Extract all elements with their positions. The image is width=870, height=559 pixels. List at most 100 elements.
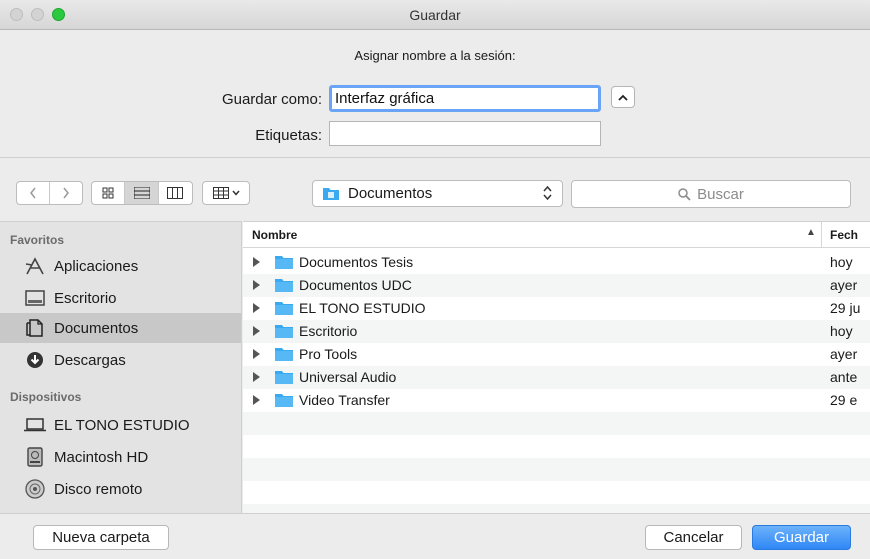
gallery-grid-icon bbox=[212, 187, 229, 199]
hard-drive-icon bbox=[24, 446, 46, 468]
chevron-down-icon bbox=[231, 190, 240, 196]
title-bar: Guardar bbox=[0, 0, 870, 30]
disclosure-triangle-icon[interactable] bbox=[253, 303, 260, 313]
folder-icon bbox=[275, 394, 293, 407]
folder-icon bbox=[275, 325, 293, 338]
disclosure-triangle-icon[interactable] bbox=[253, 395, 260, 405]
grid-icon bbox=[102, 187, 114, 199]
sidebar-item-label: EL TONO ESTUDIO bbox=[54, 416, 190, 434]
computer-icon bbox=[24, 414, 46, 436]
folder-icon bbox=[275, 371, 293, 384]
column-view-button[interactable] bbox=[159, 182, 192, 204]
folder-icon bbox=[275, 302, 293, 315]
column-header-name[interactable]: Nombre bbox=[252, 228, 297, 242]
file-date: hoy bbox=[830, 323, 853, 339]
column-separator[interactable] bbox=[821, 222, 822, 248]
file-date: ante bbox=[830, 369, 858, 385]
empty-row bbox=[243, 481, 870, 504]
forward-button[interactable] bbox=[50, 182, 83, 204]
up-down-arrows-icon bbox=[543, 185, 552, 201]
downloads-icon bbox=[24, 349, 46, 371]
file-date: ayer bbox=[830, 277, 858, 293]
table-row[interactable]: Documentos Tesis hoy bbox=[243, 251, 870, 274]
file-name: EL TONO ESTUDIO bbox=[299, 300, 426, 316]
disclosure-triangle-icon[interactable] bbox=[253, 280, 260, 290]
table-row[interactable]: Escritorio hoy bbox=[243, 320, 870, 343]
expand-dialog-button[interactable] bbox=[611, 86, 635, 108]
sidebar-item-label: Documentos bbox=[54, 319, 139, 337]
sidebar-item-label: Disco remoto bbox=[54, 480, 143, 498]
new-folder-button[interactable]: Nueva carpeta bbox=[33, 525, 169, 550]
disclosure-triangle-icon[interactable] bbox=[253, 372, 260, 382]
search-field[interactable]: Buscar bbox=[571, 180, 851, 208]
sort-ascending-icon: ▲ bbox=[806, 227, 816, 238]
file-list: Nombre ▲ Fech Documentos Tesis hoy Docum… bbox=[243, 221, 870, 513]
table-row[interactable]: Documentos UDC ayer bbox=[243, 274, 870, 297]
tags-input[interactable] bbox=[329, 121, 601, 146]
file-name: Documentos Tesis bbox=[299, 254, 414, 270]
search-icon bbox=[678, 187, 691, 201]
list-view-button[interactable] bbox=[125, 182, 159, 204]
sidebar: Favoritos Aplicaciones Escritorio Docume… bbox=[0, 221, 242, 513]
empty-row bbox=[243, 504, 870, 513]
favorites-section-title: Favoritos bbox=[10, 233, 65, 247]
save-as-label: Guardar como: bbox=[221, 91, 322, 108]
view-mode-buttons bbox=[91, 181, 193, 205]
sidebar-item-escritorio[interactable]: Escritorio bbox=[0, 283, 241, 313]
file-name: Escritorio bbox=[299, 323, 358, 339]
sidebar-item-macintosh-hd[interactable]: Macintosh HD bbox=[0, 442, 241, 472]
sidebar-item-aplicaciones[interactable]: Aplicaciones bbox=[0, 251, 241, 281]
group-by-button[interactable] bbox=[202, 181, 250, 205]
disclosure-triangle-icon[interactable] bbox=[253, 349, 260, 359]
sidebar-item-label: Aplicaciones bbox=[54, 257, 139, 275]
sidebar-item-descargas[interactable]: Descargas bbox=[0, 345, 241, 375]
cancel-button[interactable]: Cancelar bbox=[645, 525, 742, 550]
section-divider bbox=[0, 157, 870, 158]
file-date: 29 ju bbox=[830, 300, 861, 316]
file-date: 29 e bbox=[830, 392, 858, 408]
list-icon bbox=[133, 187, 150, 199]
sidebar-item-el-tono-estudio[interactable]: EL TONO ESTUDIO bbox=[0, 410, 241, 440]
folder-icon bbox=[275, 348, 293, 361]
empty-row bbox=[243, 458, 870, 481]
save-prompt: Asignar nombre a la sesión: bbox=[354, 48, 516, 63]
chevron-up-icon bbox=[618, 94, 628, 101]
empty-row bbox=[243, 435, 870, 458]
disclosure-triangle-icon[interactable] bbox=[253, 326, 260, 336]
icon-view-button[interactable] bbox=[92, 182, 126, 204]
location-popup[interactable]: Documentos bbox=[312, 180, 563, 207]
sidebar-item-disco-remoto[interactable]: Disco remoto bbox=[0, 474, 241, 504]
applications-icon bbox=[24, 255, 46, 277]
navigation-buttons bbox=[16, 181, 83, 205]
documents-icon bbox=[24, 317, 46, 339]
file-name: Video Transfer bbox=[299, 392, 390, 408]
bottom-divider bbox=[0, 513, 870, 514]
sidebar-item-label: Escritorio bbox=[54, 289, 117, 307]
table-row[interactable]: Video Transfer 29 e bbox=[243, 389, 870, 412]
table-row[interactable]: EL TONO ESTUDIO 29 ju bbox=[243, 297, 870, 320]
sidebar-item-documentos[interactable]: Documentos bbox=[0, 313, 241, 343]
tags-label: Etiquetas: bbox=[255, 127, 322, 144]
back-button[interactable] bbox=[17, 182, 50, 204]
search-placeholder: Buscar bbox=[697, 185, 744, 203]
sidebar-item-label: Descargas bbox=[54, 351, 126, 369]
file-name: Documentos UDC bbox=[299, 277, 412, 293]
disclosure-triangle-icon[interactable] bbox=[253, 257, 260, 267]
sidebar-item-label: Macintosh HD bbox=[54, 448, 149, 466]
columns-icon bbox=[167, 187, 184, 199]
table-row[interactable]: Universal Audio ante bbox=[243, 366, 870, 389]
save-button[interactable]: Guardar bbox=[752, 525, 851, 550]
list-header: Nombre ▲ Fech bbox=[243, 222, 870, 248]
remote-disc-icon bbox=[24, 478, 46, 500]
folder-icon bbox=[275, 279, 293, 292]
file-date: hoy bbox=[830, 254, 853, 270]
file-name: Pro Tools bbox=[299, 346, 358, 362]
save-as-input[interactable] bbox=[329, 85, 601, 112]
column-header-date[interactable]: Fech bbox=[830, 228, 858, 242]
desktop-icon bbox=[24, 287, 46, 309]
chevron-right-icon bbox=[63, 187, 69, 199]
folder-icon bbox=[275, 256, 293, 269]
window-title: Guardar bbox=[409, 7, 461, 23]
file-name: Universal Audio bbox=[299, 369, 397, 385]
table-row[interactable]: Pro Tools ayer bbox=[243, 343, 870, 366]
